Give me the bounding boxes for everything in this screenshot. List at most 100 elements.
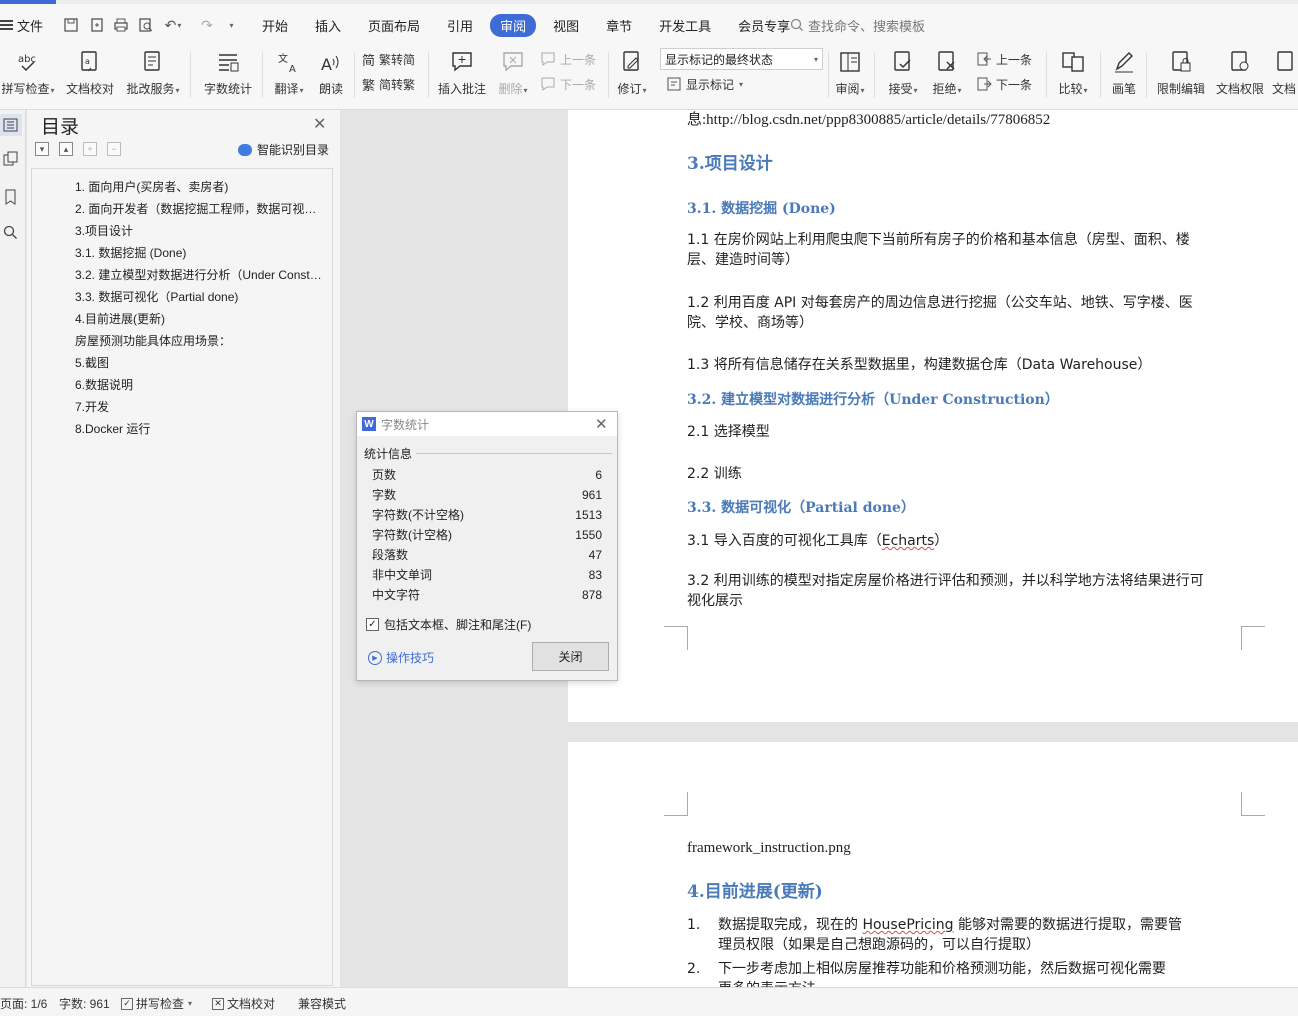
word-count-indicator[interactable]: 字数: 961 [59, 995, 110, 1012]
text-run: 3.1 导入百度的可视化工具库（ [687, 533, 882, 549]
heading-project-design: 3.项目设计 [687, 154, 773, 174]
trad-to-simp-button[interactable]: 简 繁转简 [362, 49, 415, 69]
toc-item[interactable]: 4.目前进展(更新) [75, 309, 325, 329]
tips-link[interactable]: ▶ 操作技巧 [368, 649, 434, 666]
close-icon[interactable]: ✕ [595, 415, 608, 433]
word-count-button[interactable]: 字数统计 [202, 48, 254, 98]
read-aloud-button[interactable]: A 朗读 [314, 48, 348, 98]
include-textbox-checkbox[interactable]: ✓ 包括文本框、脚注和尾注(F) [366, 616, 531, 633]
insert-comment-button[interactable]: 插入批注 [436, 48, 488, 98]
toc-item[interactable]: 3.项目设计 [75, 221, 325, 241]
delete-comment-button[interactable]: 删除▾ [494, 48, 532, 98]
search-icon[interactable] [0, 222, 22, 244]
file-menu[interactable]: 文件 [0, 14, 43, 36]
toc-item[interactable]: 1. 面向用户(买房者、卖房者) [75, 177, 325, 197]
title-menu-bar: 文件 ↶ ▾ ↷ ▾ 开始 插入 页面布局 引用 审阅 视图 章节 开发工具 会员… [0, 0, 1298, 46]
hyperlink[interactable]: http://blog.csdn.net/ppp8300885/article/… [706, 112, 1050, 128]
next-comment-label: 下一条 [560, 77, 597, 92]
track-changes-button[interactable]: 修订▾ [614, 48, 650, 98]
tab-developer[interactable]: 开发工具 [649, 14, 721, 37]
export-pdf-icon[interactable] [86, 14, 108, 36]
section-divider [416, 453, 612, 454]
spellcheck-button[interactable]: abc 拼写检查▾ [0, 48, 56, 98]
toc-item[interactable]: 3.3. 数据可视化（Partial done) [75, 287, 325, 307]
simp-to-trad-button[interactable]: 繁 简转繁 [362, 74, 415, 94]
tab-insert[interactable]: 插入 [305, 14, 351, 37]
toc-item[interactable]: 房屋预测功能具体应用场景： [75, 331, 325, 351]
page-margin-mark [664, 626, 688, 650]
expand-all-icon[interactable]: ▾ [35, 142, 49, 156]
print-icon[interactable] [110, 14, 132, 36]
prev-change-button[interactable]: 上一条 [976, 49, 1032, 69]
toc-item[interactable]: 3.2. 建立模型对数据进行分析（Under Construction） [75, 265, 325, 285]
toc-item[interactable]: 5.截图 [75, 353, 325, 373]
list-number: 2. [687, 961, 701, 977]
show-markup-button[interactable]: 显示标记 ▾ [666, 74, 743, 94]
toc-icon[interactable] [0, 114, 22, 136]
status-bar: 页面: 1/6 字数: 961 ✓ 拼写检查 ▾ ✕ 文档校对 兼容模式 [0, 987, 1298, 1016]
remove-level-icon[interactable]: − [107, 142, 121, 156]
document-page[interactable]: 息:http://blog.csdn.net/ppp8300885/articl… [568, 110, 1298, 722]
command-search[interactable]: 查找命令、搜索模板 [790, 14, 925, 36]
close-button[interactable]: 关闭 [532, 642, 609, 671]
toc-item[interactable]: 8.Docker 运行 [75, 419, 325, 439]
next-comment-button[interactable]: 下一条 [540, 74, 596, 94]
tab-home[interactable]: 开始 [252, 14, 298, 37]
compat-mode: 兼容模式 [298, 997, 347, 1011]
doc-proof-status[interactable]: ✕ 文档校对 [212, 995, 275, 1012]
spellcheck-status[interactable]: ✓ 拼写检查 ▾ [121, 995, 192, 1012]
ribbon-separator [1146, 52, 1147, 98]
tab-view[interactable]: 视图 [543, 14, 589, 37]
document-page[interactable]: framework_instruction.png 4.目前进展(更新) 1. 数… [568, 742, 1298, 987]
collapse-all-icon[interactable]: ▴ [59, 142, 73, 156]
spellcheck-icon: abc [14, 48, 42, 76]
toc-item[interactable]: 7.开发 [75, 397, 325, 417]
tab-references[interactable]: 引用 [437, 14, 483, 37]
page-margin-mark [1241, 626, 1265, 650]
toc-item[interactable]: 2. 面向开发者（数据挖掘工程师，数据可视化工程师等） [75, 199, 325, 219]
bookmark-icon[interactable] [0, 186, 22, 208]
accept-button[interactable]: 接受▾ [884, 48, 922, 98]
restrict-edit-button[interactable]: 限制编辑 [1154, 48, 1208, 98]
paragraph-line: 2.1 选择模型 [687, 424, 770, 440]
tab-page-layout[interactable]: 页面布局 [358, 14, 430, 37]
smart-detect-toc-button[interactable]: 智能识别目录 [238, 141, 329, 158]
image-filename-line: framework_instruction.png [687, 838, 1247, 858]
next-change-button[interactable]: 下一条 [976, 74, 1032, 94]
chapter-icon[interactable] [0, 148, 22, 170]
markup-state-select[interactable]: 显示标记的最终状态 ▾ [660, 48, 823, 70]
close-icon[interactable]: ✕ [313, 114, 326, 134]
insert-comment-label: 插入批注 [437, 82, 486, 96]
undo-icon[interactable]: ↶ ▾ [162, 14, 184, 36]
toc-item[interactable]: 6.数据说明 [75, 375, 325, 395]
review-service-button[interactable]: 批改服务▾ [124, 48, 182, 98]
doc-extra-button[interactable]: 文档 [1272, 48, 1298, 98]
spellcheck-status-label: 拼写检查 [136, 997, 185, 1011]
translate-button[interactable]: 文A 翻译▾ [270, 48, 308, 98]
chevron-down-icon: ▾ [813, 54, 818, 64]
dialog-title-bar[interactable]: W 字数统计 [357, 412, 617, 436]
doc-proof-label: 文档校对 [65, 82, 114, 96]
add-level-icon[interactable]: + [83, 142, 97, 156]
tab-review[interactable]: 审阅 [490, 13, 537, 37]
tab-section[interactable]: 章节 [596, 14, 642, 37]
doc-proof-button[interactable]: a 文档校对 [64, 48, 116, 98]
reviewing-pane-button[interactable]: 审阅▾ [832, 48, 868, 98]
page-indicator[interactable]: 页面: 1/6 [0, 995, 47, 1012]
compare-button[interactable]: 比较▾ [1054, 48, 1092, 98]
track-changes-icon [618, 48, 646, 76]
reject-button[interactable]: 拒绝▾ [928, 48, 966, 98]
redo-icon[interactable]: ↷ [196, 14, 218, 36]
print-preview-icon[interactable] [135, 14, 157, 36]
file-menu-label: 文件 [17, 18, 44, 34]
ribbon-separator [428, 52, 429, 98]
toc-item[interactable]: 3.1. 数据挖掘 (Done) [75, 243, 325, 263]
spell-flagged-word: Echarts [881, 533, 935, 549]
save-icon[interactable] [60, 14, 82, 36]
quick-access-dropdown-icon[interactable]: ▾ [220, 14, 242, 36]
ink-button[interactable]: 画笔 [1108, 48, 1140, 98]
prev-comment-button[interactable]: 上一条 [540, 49, 596, 69]
doc-permission-button[interactable]: 文档权限 [1214, 48, 1266, 98]
stats-section-header: 统计信息 [364, 445, 612, 462]
read-aloud-icon: A [317, 48, 345, 76]
